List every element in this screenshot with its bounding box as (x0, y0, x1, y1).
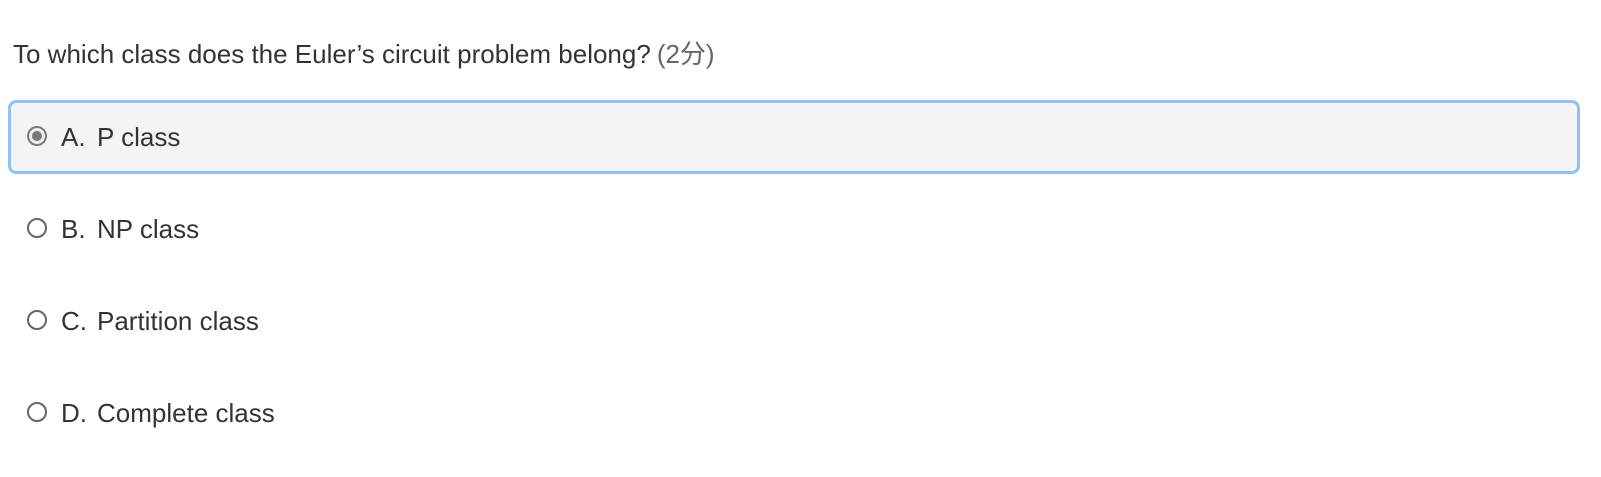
radio-button-a[interactable] (27, 126, 47, 146)
option-d[interactable]: D. Complete class (8, 376, 1580, 450)
option-letter: D. (61, 398, 87, 428)
option-label: Complete class (97, 398, 275, 428)
radio-button-b[interactable] (27, 218, 47, 238)
option-a[interactable]: A. P class (8, 100, 1580, 174)
option-label: P class (97, 122, 181, 152)
radio-button-d[interactable] (27, 402, 47, 422)
question-title: To which class does the Euler’s circuit … (13, 36, 715, 72)
answer-options: A. P class B. NP class C. Partition clas… (8, 100, 1580, 468)
option-b[interactable]: B. NP class (8, 192, 1580, 266)
option-letter: C. (61, 306, 87, 336)
question-score: (2分) (656, 39, 715, 69)
question-text: To which class does the Euler’s circuit … (13, 39, 651, 69)
option-c[interactable]: C. Partition class (8, 284, 1580, 358)
option-label: Partition class (97, 306, 259, 336)
radio-dot-icon (32, 131, 42, 141)
option-letter: B. (61, 214, 86, 244)
option-letter: A. (61, 122, 86, 152)
option-label: NP class (97, 214, 200, 244)
radio-button-c[interactable] (27, 310, 47, 330)
